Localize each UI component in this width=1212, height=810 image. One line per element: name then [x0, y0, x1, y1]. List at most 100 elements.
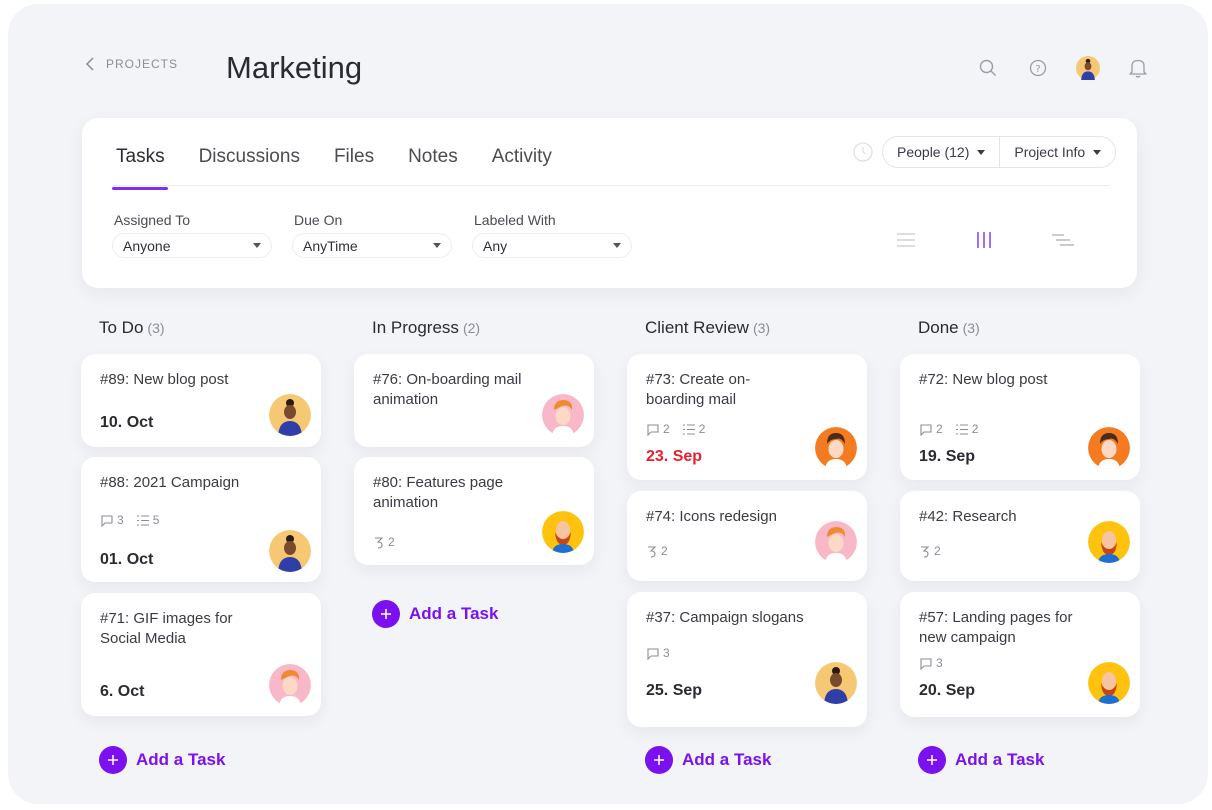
task-title: #89: New blog post	[100, 371, 229, 388]
labeled-select[interactable]: Any	[472, 233, 632, 258]
due-value: AnyTime	[303, 237, 358, 254]
assigned-label: Assigned To	[114, 212, 191, 228]
task-card[interactable]: #89: New blog post 10. Oct	[81, 354, 321, 447]
board-view-icon[interactable]	[972, 228, 996, 252]
plus-icon	[918, 746, 946, 774]
comment-icon	[647, 647, 659, 660]
assignee-avatar[interactable]	[815, 521, 857, 563]
tab-notes[interactable]: Notes	[408, 146, 458, 184]
assigned-filter: Assigned To Anyone	[112, 212, 272, 258]
task-card[interactable]: #80: Features page animation 2	[354, 457, 594, 565]
tab-files[interactable]: Files	[334, 146, 374, 184]
add-task-button[interactable]: Add a Task	[99, 746, 225, 774]
comment-icon	[101, 514, 113, 527]
add-task-button[interactable]: Add a Task	[372, 600, 498, 628]
comment-icon	[647, 423, 659, 436]
comment-icon	[920, 657, 932, 670]
due-select[interactable]: AnyTime	[292, 233, 452, 258]
add-task-label: Add a Task	[955, 750, 1045, 769]
links-count: 2	[646, 544, 668, 558]
assignee-avatar[interactable]	[1088, 662, 1130, 704]
task-card[interactable]: #42: Research 2	[900, 491, 1140, 581]
task-card[interactable]: #37: Campaign slogans 3 25. Sep	[627, 592, 867, 727]
checklist-icon	[682, 423, 695, 435]
assignee-avatar[interactable]	[269, 664, 311, 706]
tab-activity[interactable]: Activity	[492, 146, 552, 184]
task-due-date: 25. Sep	[646, 682, 703, 699]
comments-count: 2	[919, 422, 943, 436]
column-todo: To Do (3) #89: New blog post 10. Oct #88:…	[81, 318, 321, 774]
top-toolbar: ?	[976, 56, 1150, 80]
tabs-divider	[112, 185, 1110, 186]
assignee-avatar[interactable]	[815, 427, 857, 469]
task-title: #73: Create on-boarding mail	[646, 371, 751, 408]
comments-count: 3	[919, 656, 943, 670]
back-to-projects-link[interactable]: PROJECTS	[84, 56, 178, 72]
task-meta: 2	[373, 535, 395, 549]
add-task-button[interactable]: Add a Task	[918, 746, 1044, 774]
back-label: PROJECTS	[106, 57, 179, 71]
task-card[interactable]: #71: GIF images for Social Media 6. Oct	[81, 593, 321, 716]
notification-bell-icon[interactable]	[1126, 56, 1150, 80]
column-name: In Progress	[372, 318, 459, 337]
link-icon	[375, 536, 384, 549]
assignee-avatar[interactable]	[542, 394, 584, 436]
task-card[interactable]: #76: On-boarding mail animation	[354, 354, 594, 447]
column-count: (3)	[752, 320, 771, 336]
task-title: #88: 2021 Campaign	[100, 474, 240, 491]
list-view-icon[interactable]	[894, 228, 918, 252]
assignee-avatar[interactable]	[542, 511, 584, 553]
people-label: People (12)	[897, 144, 970, 160]
task-card[interactable]: #88: 2021 Campaign 3 5 01. Oct	[81, 457, 321, 582]
add-task-label: Add a Task	[409, 604, 499, 623]
project-tabs: Tasks Discussions Files Notes Activity	[112, 146, 552, 190]
column-header: To Do (3)	[99, 318, 321, 340]
tab-tasks[interactable]: Tasks	[112, 146, 168, 190]
assignee-avatar[interactable]	[815, 662, 857, 704]
svg-text:?: ?	[1035, 64, 1040, 75]
assignee-avatar[interactable]	[1088, 521, 1130, 563]
panel-controls: People (12) Project Info	[852, 136, 1117, 168]
task-due-date: 10. Oct	[100, 414, 154, 431]
project-info-dropdown[interactable]: Project Info	[999, 137, 1115, 167]
assigned-select[interactable]: Anyone	[112, 233, 272, 258]
search-icon[interactable]	[976, 56, 1000, 80]
clock-icon[interactable]	[852, 141, 874, 163]
task-card[interactable]: #74: Icons redesign 2	[627, 491, 867, 581]
task-meta: 3 5	[100, 513, 159, 527]
caret-down-icon	[613, 243, 621, 248]
help-icon[interactable]: ?	[1026, 56, 1050, 80]
plus-icon	[645, 746, 673, 774]
task-title: #76: On-boarding mail animation	[373, 371, 522, 408]
project-info-label: Project Info	[1014, 144, 1086, 160]
task-meta: 2	[646, 544, 668, 558]
comments-count: 2	[646, 422, 670, 436]
add-task-label: Add a Task	[136, 750, 226, 769]
labeled-filter: Labeled With Any	[472, 212, 632, 258]
column-count: (2)	[462, 320, 481, 336]
task-card[interactable]: #73: Create on-boarding mail 2 2 23. Sep	[627, 354, 867, 480]
task-meta: 2 2	[646, 422, 705, 436]
page-title: Marketing	[226, 50, 363, 85]
timeline-view-icon[interactable]	[1050, 228, 1074, 252]
column-client-review: Client Review (3) #73: Create on-boarding…	[627, 318, 867, 774]
link-icon	[648, 545, 657, 558]
assignee-avatar[interactable]	[1088, 427, 1130, 469]
due-filter: Due On AnyTime	[292, 212, 452, 258]
assignee-avatar[interactable]	[269, 530, 311, 572]
caret-down-icon	[433, 243, 441, 248]
plus-icon	[99, 746, 127, 774]
add-task-button[interactable]: Add a Task	[645, 746, 771, 774]
column-header: In Progress (2)	[372, 318, 594, 340]
tab-discussions[interactable]: Discussions	[199, 146, 300, 184]
task-card[interactable]: #72: New blog post 2 2 19. Sep	[900, 354, 1140, 480]
links-count: 2	[919, 544, 941, 558]
checklist-icon	[955, 423, 968, 435]
task-card[interactable]: #57: Landing pages for new campaign 3 20…	[900, 592, 1140, 717]
people-dropdown[interactable]: People (12)	[883, 137, 999, 167]
column-header: Client Review (3)	[645, 318, 867, 340]
assignee-avatar[interactable]	[269, 394, 311, 436]
caret-down-icon	[1093, 149, 1102, 155]
user-avatar[interactable]	[1076, 56, 1100, 80]
link-icon	[921, 545, 930, 558]
